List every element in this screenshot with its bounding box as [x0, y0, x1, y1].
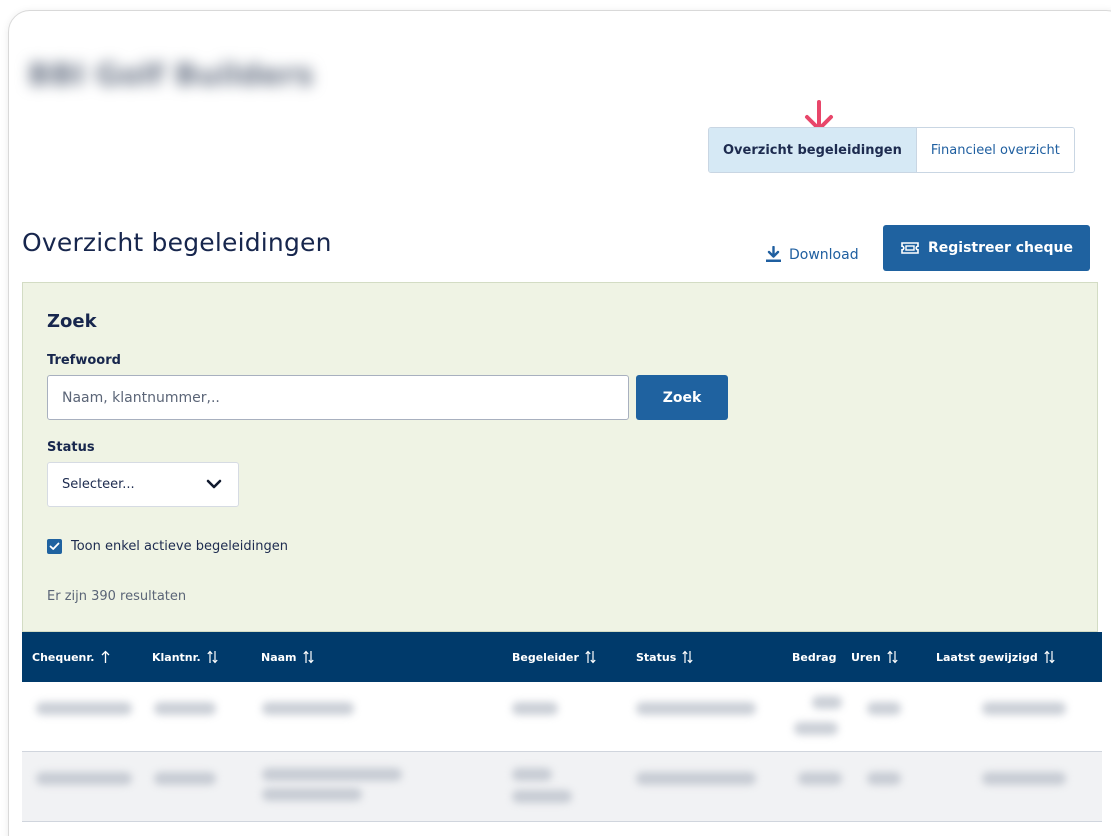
keyword-label: Trefwoord [47, 353, 121, 368]
status-label: Status [47, 440, 95, 455]
active-only-label: Toon enkel actieve begeleidingen [71, 539, 289, 554]
sort-both-icon [682, 650, 693, 664]
column-label: Uren [851, 650, 881, 664]
redacted-cell [867, 702, 901, 715]
redacted-cell [262, 788, 362, 801]
result-count: Er zijn 390 resultaten [47, 589, 187, 604]
download-icon [766, 246, 781, 262]
chevron-down-icon [206, 479, 222, 489]
company-name: BBI Golf Builders [28, 58, 314, 93]
checkmark-icon [49, 542, 60, 550]
column-laatst-gewijzigd[interactable]: Laatst gewijzigd [936, 632, 1055, 682]
column-uren[interactable]: Uren [851, 632, 898, 682]
redacted-cell [512, 702, 558, 715]
redacted-cell [867, 772, 901, 785]
active-only-row: Toon enkel actieve begeleidingen [47, 539, 288, 554]
sort-ascending-icon [101, 650, 110, 663]
ticket-icon [901, 242, 919, 254]
status-selected-value: Selecteer... [62, 477, 135, 492]
redacted-cell [636, 772, 756, 785]
redacted-cell [636, 702, 756, 715]
sort-both-icon [887, 650, 898, 664]
sort-both-icon [302, 650, 314, 664]
redacted-cell [262, 702, 354, 715]
view-tabs: Overzicht begeleidingen Financieel overz… [708, 127, 1075, 173]
column-label: Naam [261, 650, 297, 664]
column-naam[interactable]: Naam [261, 632, 314, 682]
table-row[interactable] [22, 822, 1102, 836]
download-label: Download [789, 246, 859, 263]
redacted-cell [798, 772, 842, 785]
tab-overzicht-begeleidingen[interactable]: Overzicht begeleidingen [709, 128, 916, 172]
sort-both-icon [207, 650, 218, 664]
download-link[interactable]: Download [765, 246, 859, 263]
column-label: Begeleider [512, 650, 579, 664]
column-chequenr[interactable]: Chequenr. [32, 632, 111, 682]
column-label: Klantnr. [152, 650, 201, 664]
redacted-cell [982, 702, 1066, 715]
register-cheque-button[interactable]: Registreer cheque [883, 225, 1090, 271]
register-cheque-label: Registreer cheque [927, 240, 1074, 256]
search-panel: Zoek Trefwoord Zoek Status Selecteer... … [22, 282, 1098, 632]
active-only-checkbox[interactable] [47, 539, 62, 554]
column-status[interactable]: Status [636, 632, 693, 682]
column-begeleider[interactable]: Begeleider [512, 632, 596, 682]
redacted-cell [154, 772, 216, 785]
sort-both-icon [1044, 650, 1055, 664]
column-klantnr[interactable]: Klantnr. [152, 632, 218, 682]
tab-financieel-overzicht[interactable]: Financieel overzicht [915, 128, 1074, 172]
keyword-input[interactable] [47, 375, 629, 420]
table-row[interactable] [22, 682, 1102, 752]
redacted-cell [36, 702, 132, 715]
redacted-cell [812, 696, 842, 709]
redacted-cell [36, 772, 132, 785]
redacted-cell [512, 790, 572, 803]
column-bedrag[interactable]: Bedrag [792, 632, 836, 682]
sort-both-icon [585, 650, 596, 664]
redacted-cell [794, 722, 838, 735]
status-select[interactable]: Selecteer... [47, 462, 239, 507]
redacted-cell [512, 768, 552, 781]
table-header: Chequenr. Klantnr. Naam Begeleider Statu… [22, 632, 1102, 682]
column-label: Bedrag [792, 650, 837, 664]
column-label: Status [636, 650, 677, 664]
search-button[interactable]: Zoek [636, 375, 728, 420]
column-label: Chequenr. [32, 650, 95, 664]
page-title: Overzicht begeleidingen [22, 228, 332, 257]
column-label: Laatst gewijzigd [936, 650, 1038, 664]
redacted-cell [154, 702, 216, 715]
table-row[interactable] [22, 752, 1102, 822]
search-heading: Zoek [47, 311, 97, 332]
redacted-cell [262, 768, 402, 781]
redacted-cell [982, 772, 1066, 785]
